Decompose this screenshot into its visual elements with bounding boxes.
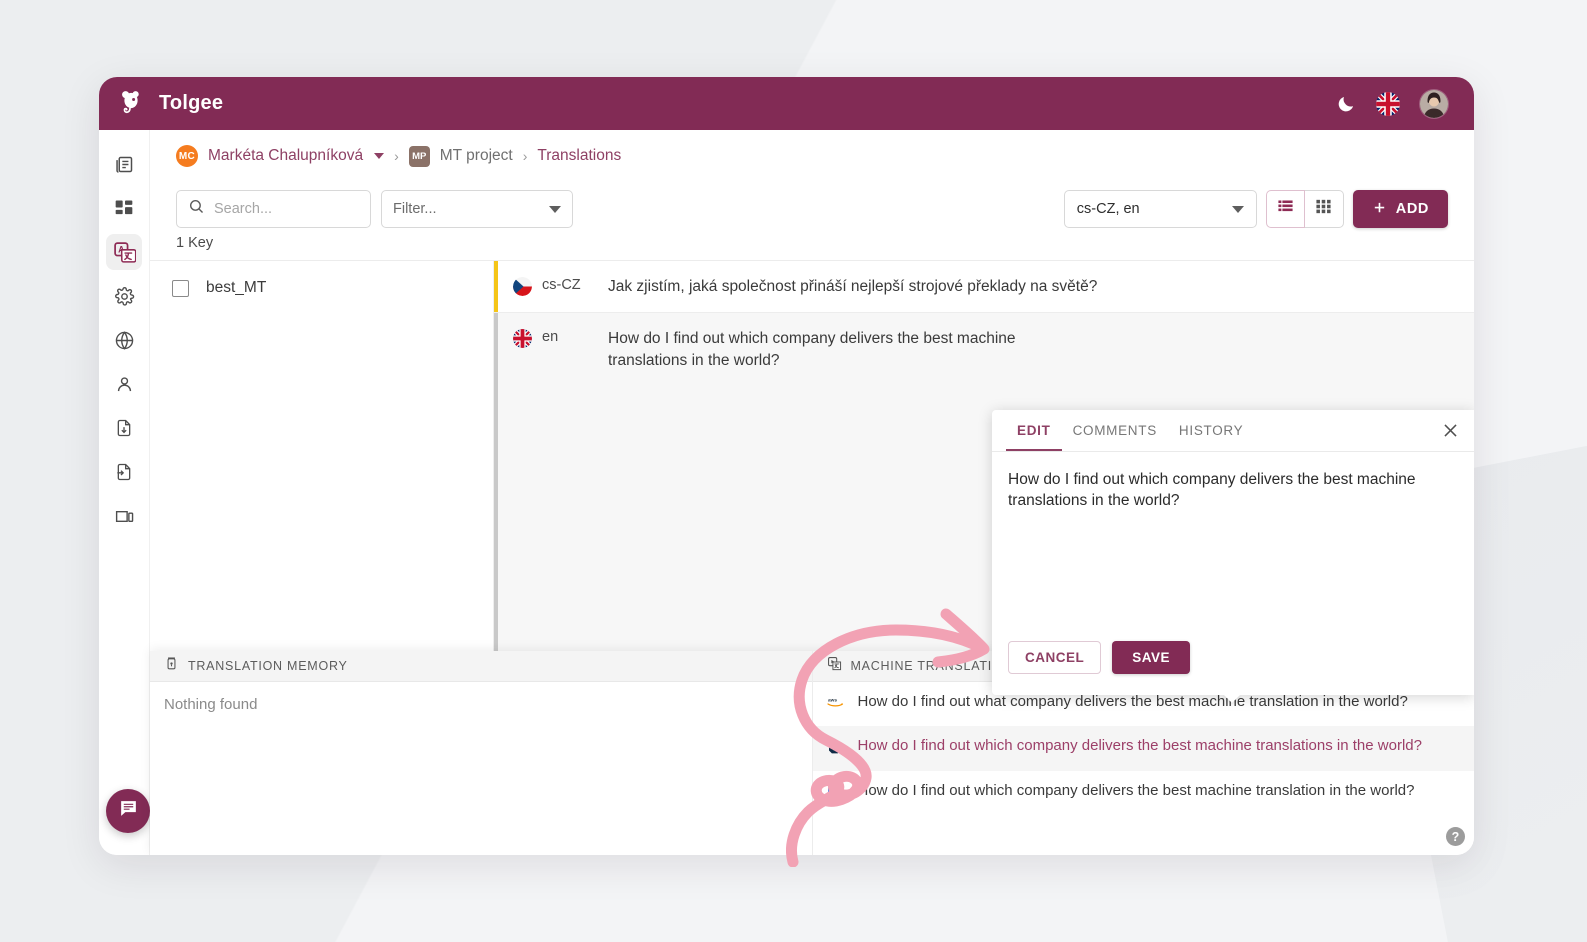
tab-history[interactable]: HISTORY bbox=[1168, 411, 1254, 451]
tab-comments[interactable]: COMMENTS bbox=[1062, 411, 1168, 451]
aws-translate-icon: aws bbox=[826, 692, 845, 716]
translation-memory-panel: TRANSLATION MEMORY Nothing found bbox=[150, 651, 813, 855]
cz-flag-icon bbox=[513, 277, 532, 296]
search-input[interactable]: Search... bbox=[176, 190, 371, 228]
grid-view-icon bbox=[1315, 198, 1332, 220]
translation-text-en[interactable]: How do I find out which company delivers… bbox=[608, 328, 1038, 371]
translation-editor[interactable]: How do I find out which company delivers… bbox=[992, 452, 1474, 641]
breadcrumb-current-page[interactable]: Translations bbox=[537, 147, 621, 165]
tab-edit[interactable]: EDIT bbox=[1006, 411, 1062, 451]
key-name[interactable]: best_MT bbox=[206, 279, 266, 297]
sidebar-item-integrate[interactable] bbox=[106, 498, 142, 534]
chevron-down-icon bbox=[549, 205, 561, 213]
view-toggle-group bbox=[1265, 190, 1344, 228]
close-icon[interactable] bbox=[1441, 421, 1460, 440]
breadcrumb-separator: › bbox=[394, 148, 399, 164]
filter-select[interactable]: Filter... bbox=[381, 190, 573, 228]
list-view-icon bbox=[1277, 198, 1294, 220]
top-bar-actions bbox=[1336, 89, 1448, 118]
cancel-button[interactable]: CANCEL bbox=[1008, 641, 1102, 674]
google-translate-icon: G bbox=[827, 781, 845, 807]
brand-logo[interactable]: Tolgee bbox=[117, 89, 223, 119]
mt-suggestion-google[interactable]: G How do I find out which company delive… bbox=[813, 771, 1475, 817]
language-select[interactable]: cs-CZ, en bbox=[1063, 190, 1257, 228]
uk-flag-icon[interactable] bbox=[1376, 91, 1400, 116]
sidebar-item-dashboard[interactable] bbox=[106, 190, 142, 226]
add-button-label: ADD bbox=[1395, 201, 1429, 217]
language-cell-en: en bbox=[513, 328, 608, 349]
app-window: Tolgee MC Markéta Chalupníková › MP MT p… bbox=[99, 77, 1474, 855]
deepl-icon bbox=[827, 736, 845, 762]
language-select-value: cs-CZ, en bbox=[1076, 201, 1140, 217]
edit-panel-actions: CANCEL SAVE bbox=[992, 641, 1474, 695]
app-body: A bbox=[99, 130, 1474, 855]
chat-button[interactable] bbox=[106, 789, 150, 833]
breadcrumb-user-avatar: MC bbox=[176, 145, 198, 167]
breadcrumb-project-avatar: MP bbox=[408, 145, 430, 167]
translation-row-cs[interactable]: cs-CZ Jak zjistím, jaká společnost přiná… bbox=[494, 261, 1474, 314]
language-code-en: en bbox=[542, 329, 559, 346]
chevron-down-icon bbox=[1231, 205, 1244, 213]
translation-memory-title: TRANSLATION MEMORY bbox=[188, 659, 348, 673]
breadcrumb-project-link[interactable]: MT project bbox=[440, 147, 513, 165]
machine-translation-icon bbox=[827, 656, 842, 676]
search-placeholder: Search... bbox=[214, 201, 273, 217]
translation-memory-header: TRANSLATION MEMORY bbox=[150, 651, 812, 682]
filter-label: Filter... bbox=[393, 201, 437, 217]
mt-suggestion-text: How do I find out which company delivers… bbox=[857, 736, 1422, 754]
svg-text:aws: aws bbox=[828, 699, 837, 704]
edit-panel: EDIT COMMENTS HISTORY How do I find out … bbox=[992, 410, 1474, 703]
list-view-button[interactable] bbox=[1265, 190, 1305, 228]
translation-memory-empty: Nothing found bbox=[164, 696, 258, 713]
sidebar-rail: A bbox=[99, 130, 150, 855]
breadcrumb-separator-2: › bbox=[522, 148, 528, 164]
row-checkbox[interactable] bbox=[172, 279, 189, 297]
translation-text-cs[interactable]: Jak zjistím, jaká společnost přináší nej… bbox=[608, 276, 1097, 297]
edit-panel-tabs: EDIT COMMENTS HISTORY bbox=[992, 410, 1474, 452]
top-bar: Tolgee bbox=[99, 77, 1474, 130]
toolbar-right: cs-CZ, en ADD bbox=[1063, 190, 1448, 228]
search-icon bbox=[188, 198, 205, 220]
mt-suggestion-text: How do I find out what company delivers … bbox=[857, 693, 1408, 710]
sidebar-item-translations[interactable]: A bbox=[106, 234, 142, 270]
chat-bubble-icon bbox=[118, 798, 139, 824]
translations-column: cs-CZ Jak zjistím, jaká společnost přiná… bbox=[150, 261, 1475, 855]
chevron-down-icon[interactable] bbox=[374, 153, 385, 159]
sidebar-item-projects[interactable] bbox=[106, 146, 142, 182]
toolbar: Search... Filter... cs-CZ, en ADD bbox=[150, 182, 1474, 228]
add-button[interactable]: ADD bbox=[1352, 190, 1448, 228]
key-count: 1 Key bbox=[176, 235, 214, 251]
save-button[interactable]: SAVE bbox=[1112, 641, 1191, 674]
main-area: MC Markéta Chalupníková › MP MT project … bbox=[150, 130, 1474, 855]
brand-name: Tolgee bbox=[159, 92, 224, 114]
language-cell-cs: cs-CZ bbox=[513, 276, 608, 297]
sidebar-item-import[interactable] bbox=[106, 454, 142, 490]
sidebar-item-languages[interactable] bbox=[106, 322, 142, 358]
plus-icon bbox=[1372, 200, 1387, 219]
breadcrumb: MC Markéta Chalupníková › MP MT project … bbox=[150, 130, 1474, 182]
tolgee-mouse-logo-icon bbox=[117, 89, 147, 119]
grid-view-button[interactable] bbox=[1304, 190, 1344, 228]
translation-memory-icon bbox=[164, 656, 179, 676]
breadcrumb-user-link[interactable]: Markéta Chalupníková bbox=[208, 147, 363, 165]
edit-panel-notch bbox=[1223, 694, 1241, 703]
language-code-cs: cs-CZ bbox=[542, 277, 581, 293]
machine-translation-title: MACHINE TRANSLATION bbox=[850, 659, 1013, 673]
mt-suggestion-text: How do I find out which company delivers… bbox=[857, 782, 1415, 800]
user-avatar[interactable] bbox=[1420, 89, 1448, 118]
table-row-key[interactable]: best_MT bbox=[150, 261, 493, 297]
help-button[interactable]: ? bbox=[1446, 827, 1465, 846]
sidebar-item-members[interactable] bbox=[106, 366, 142, 402]
mt-suggestion-deepl[interactable]: How do I find out which company delivers… bbox=[812, 725, 1474, 772]
moon-icon[interactable] bbox=[1336, 94, 1356, 114]
sidebar-item-settings[interactable] bbox=[106, 278, 142, 314]
uk-flag-icon bbox=[513, 329, 532, 349]
sidebar-item-export[interactable] bbox=[106, 410, 142, 446]
translations-table: best_MT cs-CZ Jak zjistím, jaká společno… bbox=[150, 260, 1474, 855]
